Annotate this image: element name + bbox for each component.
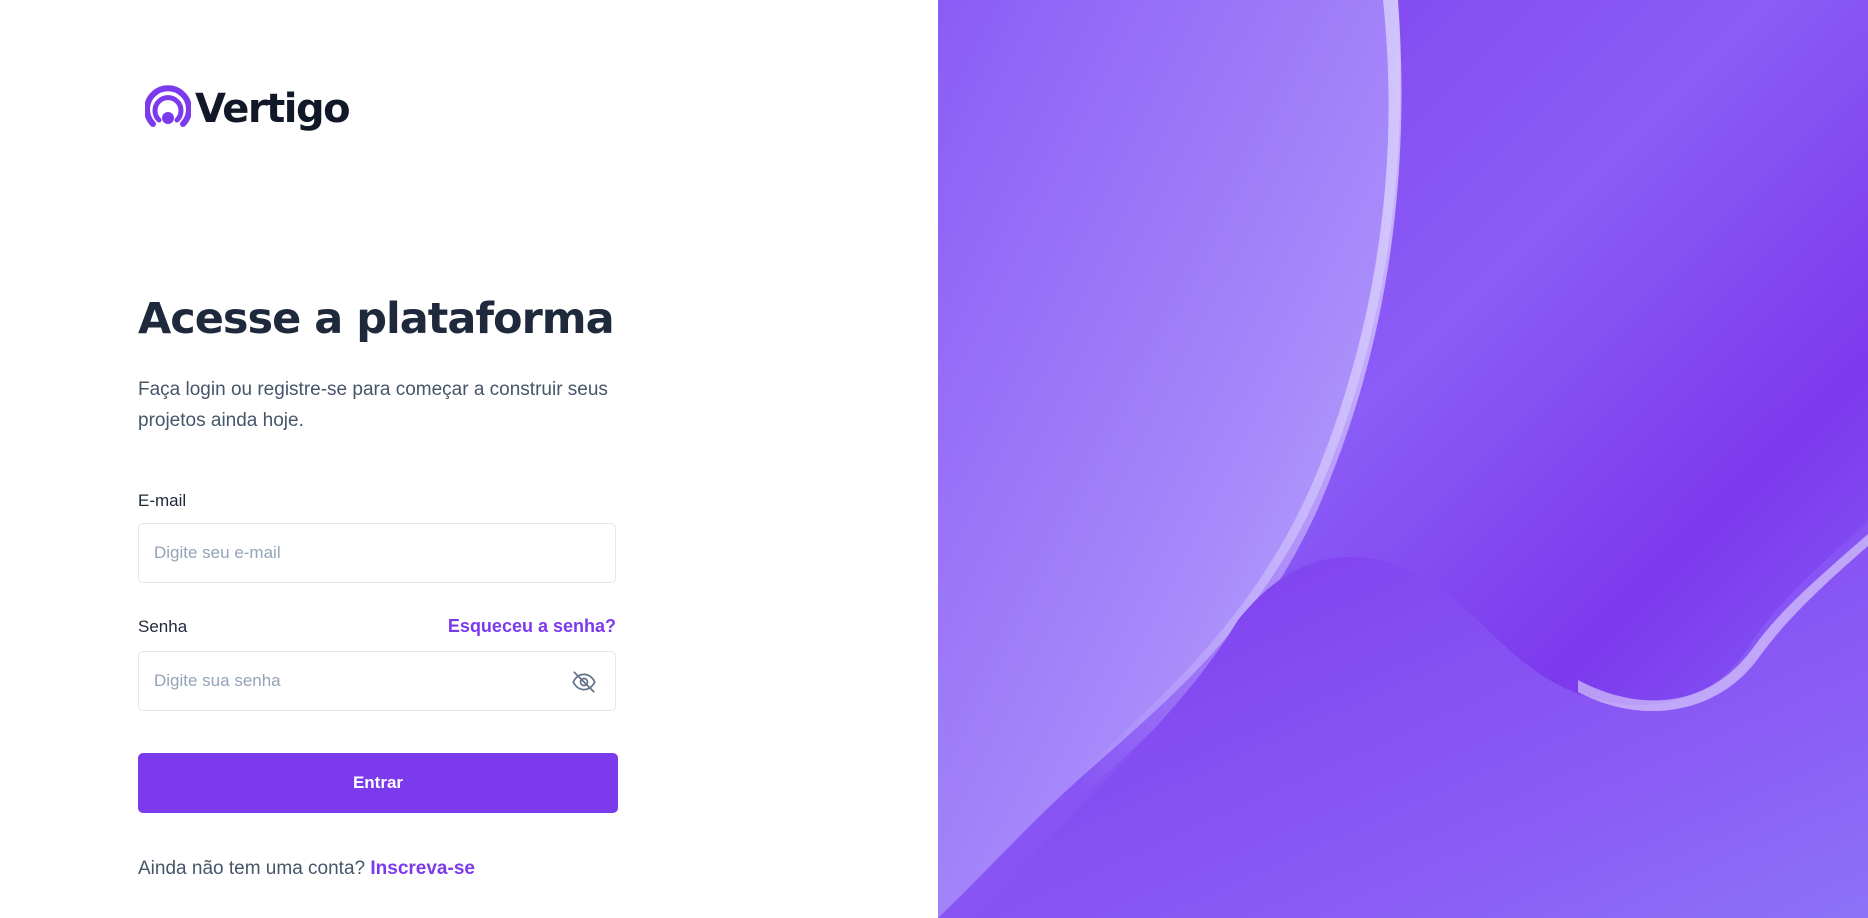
signup-prompt-line: Ainda não tem uma conta? Inscreva-se — [138, 859, 475, 878]
login-page: Vertigo Acesse a plataforma Faça login o… — [0, 0, 1868, 918]
page-title: Acesse a plataforma — [138, 294, 615, 344]
email-field-container — [138, 523, 616, 583]
email-label: E-mail — [138, 491, 187, 510]
login-panel: Vertigo Acesse a plataforma Faça login o… — [0, 0, 938, 918]
password-label: Senha — [138, 617, 188, 636]
signup-link[interactable]: Inscreva-se — [370, 858, 475, 879]
login-button[interactable]: Entrar — [138, 753, 618, 813]
password-field[interactable] — [139, 652, 615, 710]
email-field[interactable] — [139, 524, 615, 582]
brand-name: Vertigo — [195, 86, 351, 132]
password-field-container — [138, 651, 616, 711]
signal-rings-icon — [145, 85, 191, 127]
forgot-password-link[interactable]: Esqueceu a senha? — [448, 617, 616, 635]
eye-off-icon[interactable] — [571, 669, 597, 695]
hero-illustration — [938, 0, 1868, 918]
page-subtitle: Faça login ou registre-se para começar a… — [138, 379, 608, 431]
abstract-wave-graphic — [938, 0, 1868, 918]
signup-prompt: Ainda não tem uma conta? — [138, 858, 366, 879]
brand-logo: Vertigo — [145, 84, 351, 134]
